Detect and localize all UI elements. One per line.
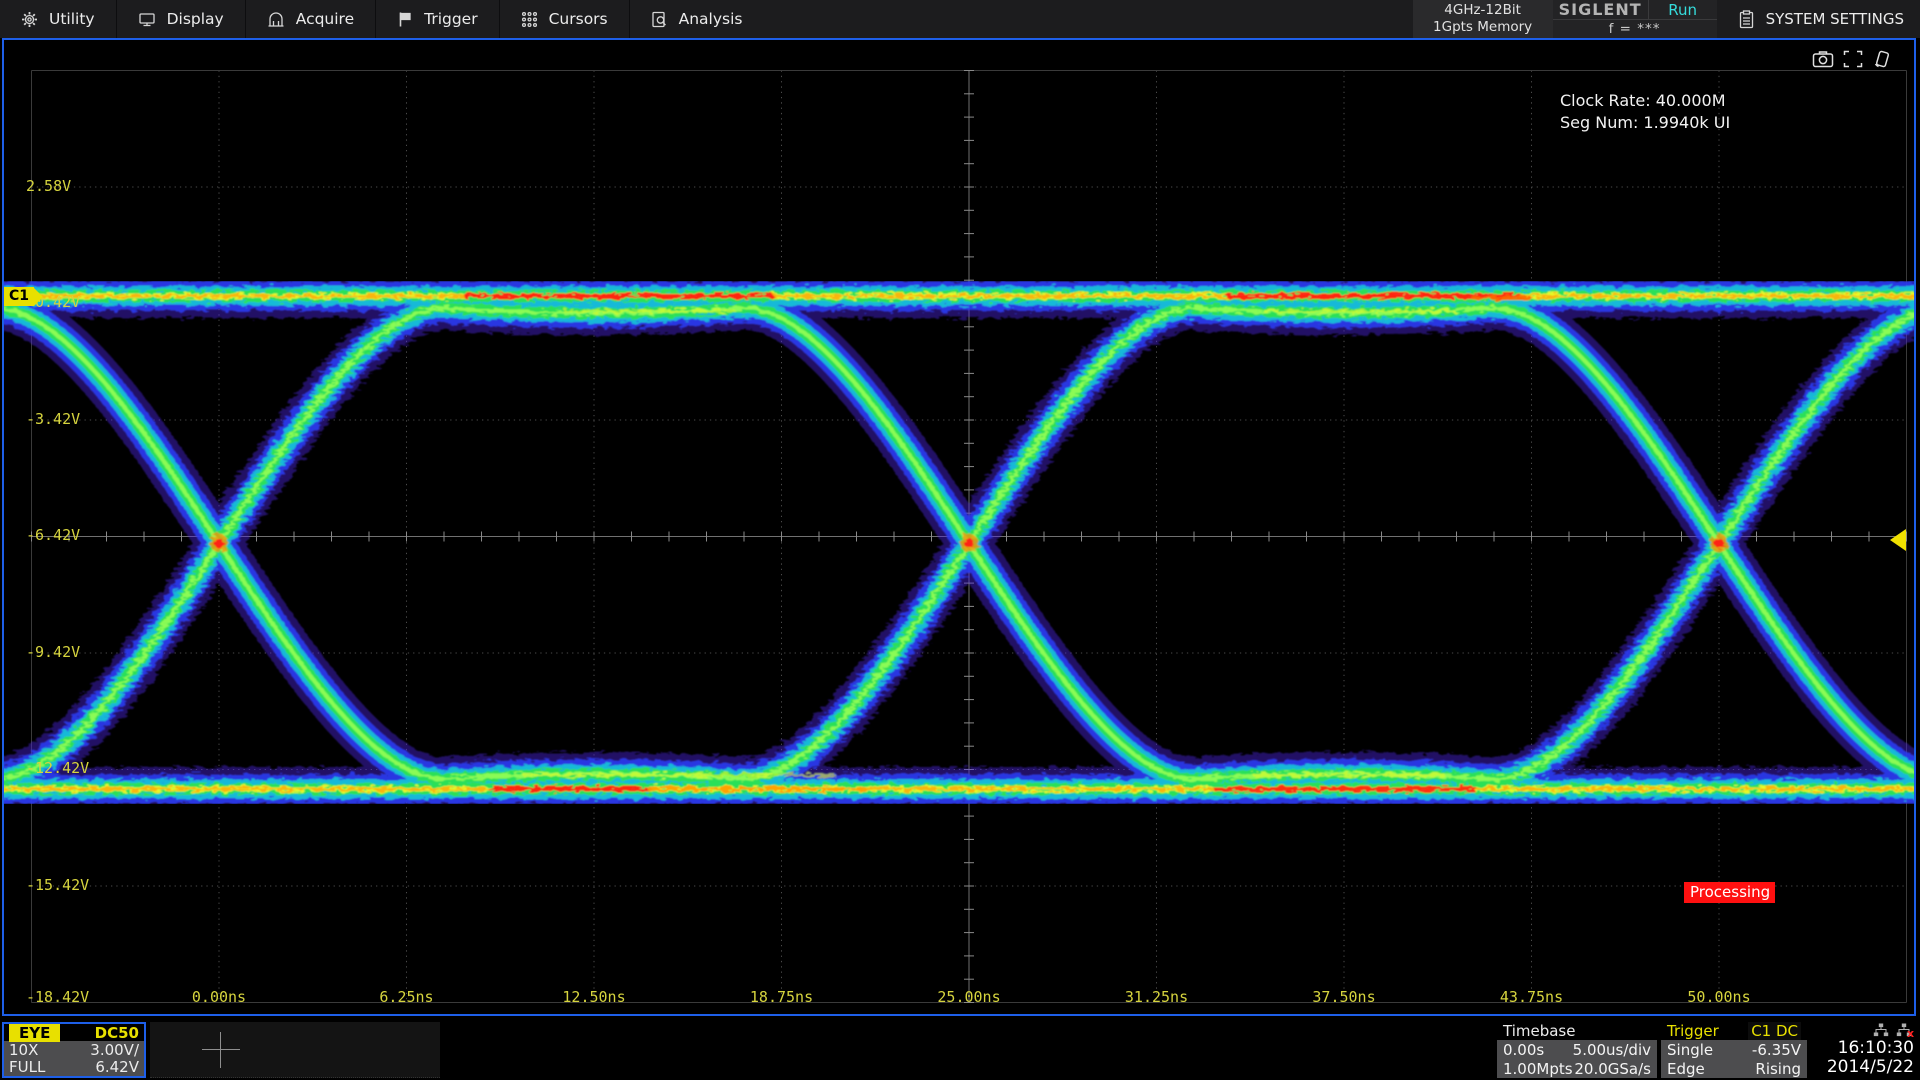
y-axis-label: -18.42V <box>26 988 89 1006</box>
frequency-counter: f = *** <box>1553 20 1717 38</box>
doc-magnifier-icon <box>651 11 668 28</box>
y-axis-label: -9.42V <box>26 643 80 661</box>
dot-grid-icon <box>521 11 538 28</box>
crosshair-icon <box>202 1032 240 1068</box>
datetime-panel: x 16:10:30 2014/5/22 <box>1809 1022 1920 1078</box>
channel-descriptor-box[interactable]: EYE DC50 10X 3.00V/ FULL 6.42V <box>2 1022 146 1078</box>
y-axis-label: -3.42V <box>26 410 80 428</box>
x-axis-label: 43.75ns <box>1482 988 1582 1006</box>
clipboard-icon <box>1739 10 1754 29</box>
timebase-panel[interactable]: Timebase 0.00s 5.00us/div 1.00Mpts 20.0G… <box>1497 1022 1657 1078</box>
x-axis-label: 50.00ns <box>1669 988 1769 1006</box>
run-state-indicator[interactable]: Run <box>1649 1 1717 19</box>
lan-network-icon <box>1873 1023 1889 1037</box>
y-axis-label: 2.58V <box>26 177 71 195</box>
channel-row-1: EYE DC50 <box>4 1024 144 1041</box>
menu-bar: Utility Display Acquire Trigger Cursors … <box>0 0 1920 38</box>
x-axis-label: 37.50ns <box>1294 988 1394 1006</box>
menu-item-label: Cursors <box>549 10 608 28</box>
trigger-level: -6.35V <box>1752 1041 1801 1059</box>
x-axis-label: 0.00ns <box>169 988 269 1006</box>
menu-item-label: Analysis <box>679 10 743 28</box>
clock-date: 2014/5/22 <box>1827 1058 1914 1077</box>
channel-scale: 3.00V/ <box>90 1041 139 1059</box>
channel-offset-marker[interactable]: C1 <box>4 287 43 306</box>
timebase-sample-rate: 20.0GSa/s <box>1574 1060 1651 1078</box>
waveform-display-area: 2.58V-0.42V-3.42V-6.42V-9.42V-12.42V-15.… <box>2 38 1916 1016</box>
menu-item-display[interactable]: Display <box>116 0 245 38</box>
monitor-icon <box>138 11 156 28</box>
fullscreen-icon[interactable] <box>1843 50 1863 68</box>
eye-measurement-info: Clock Rate: 40.000M Seg Num: 1.9940k UI <box>1560 90 1730 134</box>
brand-box: SIGLENT Run f = *** <box>1553 0 1717 38</box>
gear-icon <box>21 11 38 28</box>
menu-item-label: Acquire <box>296 10 354 28</box>
menu-item-cursors[interactable]: Cursors <box>499 0 629 38</box>
trigger-row-2: Edge Rising <box>1661 1059 1807 1078</box>
red-x-glyph: x <box>1907 1027 1914 1037</box>
seg-num-readout: Seg Num: 1.9940k UI <box>1560 112 1730 134</box>
bandwidth-label: 4GHz-12Bit <box>1444 2 1521 19</box>
y-axis-label: -12.42V <box>26 759 89 777</box>
trigger-mode: Single <box>1667 1041 1713 1059</box>
x-axis-label: 31.25ns <box>1107 988 1207 1006</box>
trigger-source: C1 DC <box>1748 1022 1801 1040</box>
timebase-scale: 5.00us/div <box>1573 1041 1651 1059</box>
y-axis-label: -15.42V <box>26 876 89 894</box>
arch-icon <box>267 11 285 28</box>
processing-status-badge: Processing <box>1684 882 1775 903</box>
trigger-slope: Rising <box>1755 1060 1801 1078</box>
menu-item-label: Trigger <box>424 10 477 28</box>
clock-time: 16:10:30 <box>1838 1039 1914 1058</box>
menu-bar-right: 4GHz-12Bit 1Gpts Memory SIGLENT Run f = … <box>1413 0 1920 38</box>
channel-row-3: FULL 6.42V <box>4 1059 144 1076</box>
eye-diagram-trace <box>4 296 1914 789</box>
menu-item-utility[interactable]: Utility <box>0 0 116 38</box>
connectivity-icons: x <box>1873 1023 1914 1039</box>
channel-coupling: DC50 <box>95 1024 139 1042</box>
channel-probe: 10X <box>9 1041 38 1059</box>
trigger-level-marker[interactable] <box>1890 529 1906 551</box>
trigger-type: Edge <box>1667 1060 1705 1078</box>
screenshot-camera-icon[interactable] <box>1812 50 1834 68</box>
x-axis-label: 18.75ns <box>732 988 832 1006</box>
channel-marker-label: C1 <box>4 287 34 306</box>
system-settings-label: SYSTEM SETTINGS <box>1766 10 1904 28</box>
lan-disconnected-icon: x <box>1896 1023 1914 1037</box>
channel-bandwidth: FULL <box>9 1058 45 1076</box>
display-corner-toolbar <box>1812 50 1892 68</box>
timebase-delay: 0.00s <box>1503 1041 1544 1059</box>
hardware-badge: 4GHz-12Bit 1Gpts Memory <box>1413 0 1553 38</box>
trigger-row-1: Single -6.35V <box>1661 1040 1807 1059</box>
empty-channel-slot[interactable] <box>150 1022 440 1078</box>
timebase-points: 1.00Mpts <box>1503 1060 1573 1078</box>
system-settings-button[interactable]: SYSTEM SETTINGS <box>1717 0 1920 38</box>
siglent-logo: SIGLENT <box>1553 0 1649 19</box>
x-axis-label: 25.00ns <box>919 988 1019 1006</box>
x-axis-label: 12.50ns <box>544 988 644 1006</box>
timebase-row-1: 0.00s 5.00us/div <box>1497 1040 1657 1059</box>
y-axis-label: -6.42V <box>26 526 80 544</box>
memory-label: 1Gpts Memory <box>1433 19 1532 36</box>
channel-name-badge: EYE <box>9 1024 60 1042</box>
channel-offset: 6.42V <box>95 1058 139 1076</box>
channel-marker-arrow-icon <box>34 288 43 306</box>
menu-item-analysis[interactable]: Analysis <box>629 0 764 38</box>
rotate-screen-icon[interactable] <box>1872 50 1892 68</box>
flag-icon <box>397 11 413 28</box>
menu-item-acquire[interactable]: Acquire <box>245 0 375 38</box>
menu-item-trigger[interactable]: Trigger <box>375 0 498 38</box>
timebase-row-2: 1.00Mpts 20.0GSa/s <box>1497 1059 1657 1078</box>
menu-item-label: Utility <box>49 10 95 28</box>
timebase-title: Timebase <box>1503 1022 1575 1040</box>
x-axis-label: 6.25ns <box>357 988 457 1006</box>
menu-item-label: Display <box>167 10 224 28</box>
trigger-title: Trigger <box>1667 1022 1719 1040</box>
clock-rate-readout: Clock Rate: 40.000M <box>1560 90 1730 112</box>
channel-row-2: 10X 3.00V/ <box>4 1041 144 1058</box>
eye-diagram-canvas <box>4 40 1914 1014</box>
trigger-panel[interactable]: Trigger C1 DC Single -6.35V Edge Rising <box>1661 1022 1807 1078</box>
